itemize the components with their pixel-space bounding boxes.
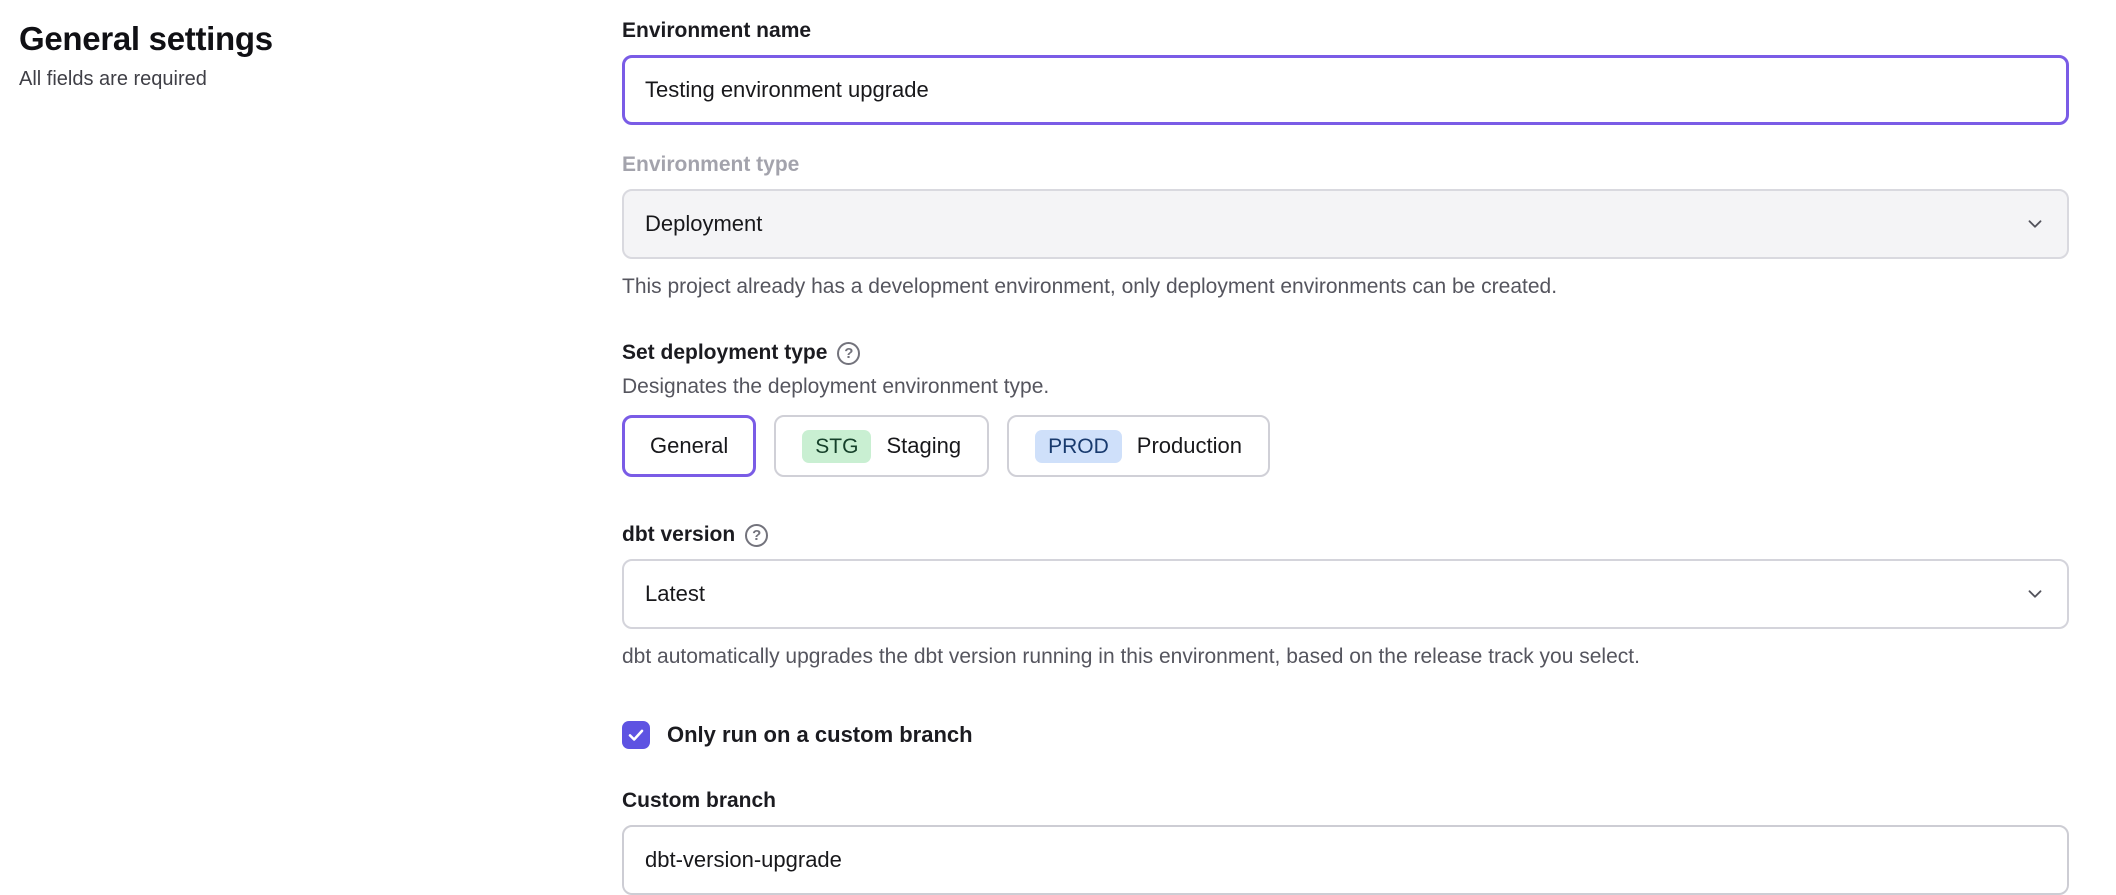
custom-branch-label: Custom branch bbox=[622, 789, 2069, 813]
dbt-version-label-text: dbt version bbox=[622, 523, 735, 547]
deployment-type-option-label: General bbox=[650, 433, 728, 459]
deployment-type-option-general[interactable]: General bbox=[622, 415, 756, 477]
environment-name-input[interactable] bbox=[622, 55, 2069, 125]
dbt-version-select[interactable]: Latest bbox=[622, 559, 2069, 629]
staging-badge: STG bbox=[802, 430, 871, 463]
dbt-version-value: Latest bbox=[645, 581, 705, 607]
custom-branch-toggle-label: Only run on a custom branch bbox=[667, 722, 973, 748]
chevron-down-icon bbox=[2024, 583, 2046, 605]
production-badge: PROD bbox=[1035, 430, 1122, 463]
page-title: General settings bbox=[19, 20, 622, 58]
deployment-type-helper: Designates the deployment environment ty… bbox=[622, 375, 2069, 399]
custom-branch-input[interactable] bbox=[622, 825, 2069, 895]
environment-type-label: Environment type bbox=[622, 153, 2069, 177]
settings-form: Environment name Environment type Deploy… bbox=[622, 0, 2069, 864]
environment-type-select[interactable]: Deployment bbox=[622, 189, 2069, 259]
deployment-type-option-staging[interactable]: STG Staging bbox=[774, 415, 989, 477]
settings-header-column: General settings All fields are required bbox=[0, 0, 622, 864]
deployment-type-label-text: Set deployment type bbox=[622, 341, 827, 365]
environment-type-value: Deployment bbox=[645, 211, 762, 237]
dbt-version-helper: dbt automatically upgrades the dbt versi… bbox=[622, 645, 2069, 669]
page-subtitle: All fields are required bbox=[19, 68, 622, 91]
help-icon[interactable]: ? bbox=[745, 524, 768, 547]
help-icon[interactable]: ? bbox=[837, 342, 860, 365]
deployment-type-option-label: Production bbox=[1137, 433, 1242, 459]
check-icon bbox=[627, 726, 645, 744]
deployment-type-options: General STG Staging PROD Production bbox=[622, 415, 2069, 477]
deployment-type-option-label: Staging bbox=[886, 433, 961, 459]
custom-branch-checkbox[interactable] bbox=[622, 721, 650, 749]
deployment-type-label: Set deployment type ? bbox=[622, 341, 2069, 365]
custom-branch-toggle-row[interactable]: Only run on a custom branch bbox=[622, 721, 2069, 749]
deployment-type-option-production[interactable]: PROD Production bbox=[1007, 415, 1270, 477]
general-settings-page: General settings All fields are required… bbox=[0, 0, 2116, 864]
environment-type-helper: This project already has a development e… bbox=[622, 275, 2069, 299]
environment-name-label: Environment name bbox=[622, 19, 2069, 43]
chevron-down-icon bbox=[2024, 213, 2046, 235]
dbt-version-label: dbt version ? bbox=[622, 523, 2069, 547]
